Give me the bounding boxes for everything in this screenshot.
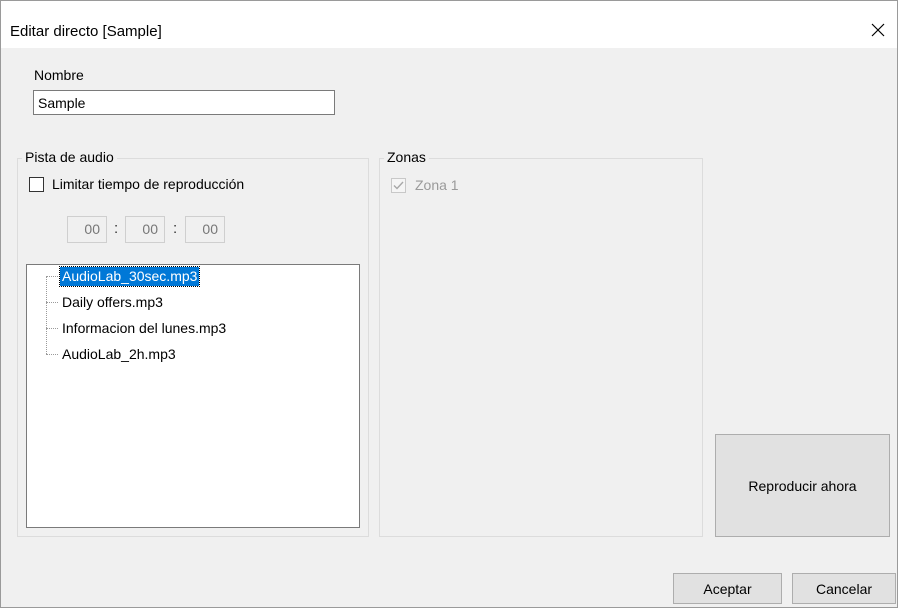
hours-field: 00 xyxy=(67,216,107,243)
seconds-field: 00 xyxy=(185,216,225,243)
window-title: Editar directo [Sample] xyxy=(10,23,162,40)
accept-label: Aceptar xyxy=(703,580,752,597)
audio-file-tree[interactable]: AudioLab_30sec.mp3 Daily offers.mp3 Info… xyxy=(26,264,360,528)
limit-time-checkbox[interactable] xyxy=(29,177,44,192)
tree-item-audio-file[interactable]: AudioLab_2h.mp3 xyxy=(60,345,178,364)
tree-item-audio-file[interactable]: Daily offers.mp3 xyxy=(60,293,165,312)
edit-live-dialog: Editar directo [Sample] Nombre Pista de … xyxy=(0,0,898,608)
cancel-label: Cancelar xyxy=(815,580,873,597)
play-now-button[interactable]: Reproducir ahora xyxy=(715,434,890,537)
minutes-field: 00 xyxy=(125,216,165,243)
accept-button[interactable]: Aceptar xyxy=(673,573,782,604)
checkmark-icon xyxy=(393,181,404,190)
zone-1-label: Zona 1 xyxy=(415,177,459,193)
name-label: Nombre xyxy=(34,67,84,83)
cancel-button[interactable]: Cancelar xyxy=(792,573,896,604)
tree-connector xyxy=(46,354,58,355)
tree-item-audio-file[interactable]: AudioLab_30sec.mp3 xyxy=(58,266,201,287)
zone-1-checkbox xyxy=(391,178,406,193)
zones-group: Zonas xyxy=(379,149,703,537)
close-button[interactable] xyxy=(859,11,897,48)
time-separator: : xyxy=(114,220,119,237)
tree-connector xyxy=(46,302,58,303)
tree-connector xyxy=(46,276,47,354)
limit-time-label[interactable]: Limitar tiempo de reproducción xyxy=(52,176,244,192)
name-input[interactable] xyxy=(33,90,335,115)
tree-item-audio-file[interactable]: Informacion del lunes.mp3 xyxy=(60,319,228,338)
tree-connector xyxy=(46,276,58,277)
time-separator: : xyxy=(173,220,178,237)
zones-legend: Zonas xyxy=(384,149,429,165)
play-now-label: Reproducir ahora xyxy=(748,477,857,494)
close-icon xyxy=(871,23,885,36)
title-bar: Editar directo [Sample] xyxy=(1,1,897,48)
audio-track-legend: Pista de audio xyxy=(22,149,117,165)
tree-connector xyxy=(46,328,58,329)
